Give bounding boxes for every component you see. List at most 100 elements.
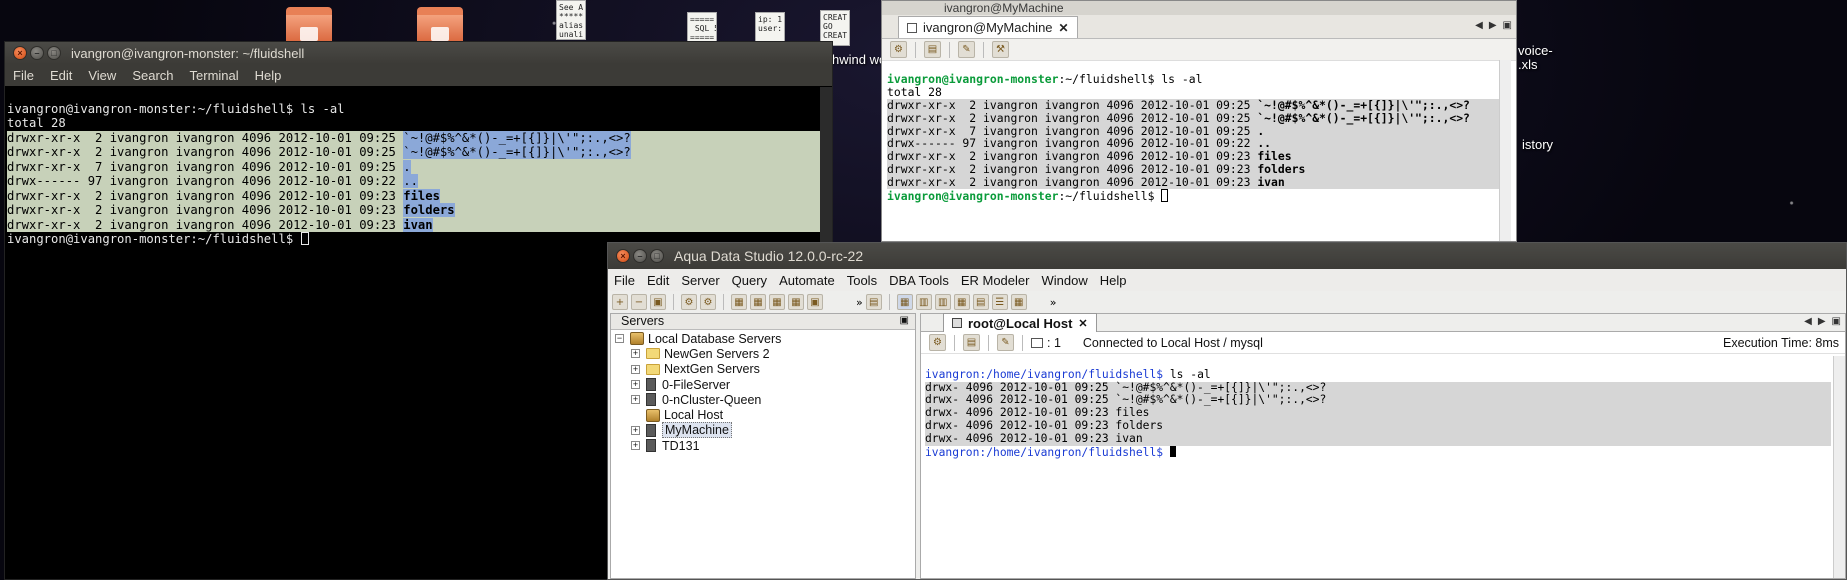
connect-icon[interactable]: ⚙ [681,294,697,310]
tab-ivangron-mymachine[interactable]: ivangron@MyMachine ✕ [898,16,1078,38]
tile-horizontal-icon[interactable]: ▥ [915,294,932,310]
servers-panel-header: Servers ▣ [611,314,915,330]
terminal2-output[interactable]: ivangron@ivangron-monster:~/fluidshell$ … [887,60,1500,229]
tab-close-icon[interactable]: ✕ [1059,21,1069,35]
desktop-document-icon-1[interactable]: See A ***** alias unali [556,0,586,40]
console-row: drwx- 4096 2012-10-01 09:23 folders [925,418,1164,432]
layout-icon[interactable]: ▤ [972,294,989,310]
menu-file[interactable]: File [5,68,42,83]
table-data-icon[interactable]: ▦ [769,294,785,310]
tab-prev-icon[interactable]: ◀ [1475,20,1483,31]
tab-prev-icon[interactable]: ◀ [1804,316,1812,327]
tree-node-0-fileserver[interactable]: + 0-FileServer [611,377,915,392]
menu-query[interactable]: Query [726,273,773,288]
terminal2-scrollbar[interactable] [1499,60,1511,241]
menu-file[interactable]: File [608,273,641,288]
listing-row: drwxr-xr-x 7 ivangron ivangron 4096 2012… [7,159,411,174]
tree-node-newgen-servers-2[interactable]: + NewGen Servers 2 [611,346,915,361]
editor-panel: root@Local Host ✕ ◀ ▶ ▣ ⚙ ▤ ✎ : 1 Connec… [920,313,1846,579]
wand-icon[interactable]: ✎ [997,334,1014,351]
tab-next-icon[interactable]: ▶ [1818,316,1826,327]
listing-row: drwxr-xr-x 2 ivangron ivangron 4096 2012… [7,217,433,232]
console-prompt: ivangron:/home/ivangron/fluidshell$ [925,445,1831,460]
listing-row: drwxr-xr-x 2 ivangron ivangron 4096 2012… [7,188,440,203]
monitor-icon[interactable]: ▣ [807,294,823,310]
query-analyzer-icon[interactable]: ▦ [731,294,747,310]
grid-view-icon[interactable]: ▦ [896,294,913,310]
menu-help[interactable]: Help [1094,273,1133,288]
menu-terminal[interactable]: Terminal [182,68,247,83]
expand-icon[interactable]: + [631,364,640,374]
list-icon[interactable]: ☰ [991,294,1008,310]
desktop-document-icon-3[interactable]: ip: 1 user: [755,12,785,42]
detail-icon[interactable]: ▦ [1010,294,1027,310]
collapse-icon[interactable]: − [615,334,624,344]
menu-view[interactable]: View [80,68,124,83]
tab-next-icon[interactable]: ▶ [1489,20,1497,31]
ads-titlebar[interactable]: × – □ Aqua Data Studio 12.0.0-rc-22 [608,243,1846,269]
maximize-icon[interactable]: □ [47,46,61,60]
close-icon[interactable]: × [13,46,27,60]
menu-er-modeler[interactable]: ER Modeler [955,273,1036,288]
server-tree[interactable]: − Local Database Servers + NewGen Server… [611,330,915,453]
menu-tools[interactable]: Tools [841,273,883,288]
toolbar-separator [983,41,984,58]
folder-icon [646,363,660,375]
tab-close-icon[interactable]: ✕ [1078,317,1087,330]
connect-icon[interactable]: ⚙ [890,41,907,58]
menu-edit[interactable]: Edit [641,273,675,288]
terminal1-command-line: ivangron@ivangron-monster:~/fluidshell$ … [7,101,345,116]
maximize-icon[interactable]: □ [650,249,664,263]
desktop-document-icon-2[interactable]: ===== SQL 5 ===== [687,12,717,42]
menu-search[interactable]: Search [124,68,181,83]
tab-list-icon[interactable]: ▣ [1503,20,1512,31]
cascade-icon[interactable]: ▦ [953,294,970,310]
expand-icon[interactable]: + [631,380,640,390]
clipboard-icon[interactable]: ▤ [963,334,980,351]
shell-console[interactable]: ivangron:/home/ivangron/fluidshell$ ls -… [925,356,1831,485]
delete-server-icon[interactable]: − [631,294,647,310]
console-scrollbar[interactable] [1833,356,1845,578]
clipboard-icon[interactable]: ▤ [924,41,941,58]
panel-restore-icon[interactable]: ▣ [900,315,909,326]
aqua-data-studio-window[interactable]: × – □ Aqua Data Studio 12.0.0-rc-22 File… [607,242,1847,580]
text-cursor [1169,445,1176,457]
expand-icon[interactable]: + [631,425,640,435]
menu-dba-tools[interactable]: DBA Tools [883,273,955,288]
disconnect-icon[interactable]: ⚙ [700,294,716,310]
connect-icon[interactable]: ⚙ [929,334,946,351]
compare-icon[interactable]: ▦ [788,294,804,310]
tree-node-local-host[interactable]: Local Host [611,407,915,422]
settings-icon[interactable]: ⚒ [992,41,1009,58]
expand-icon[interactable]: + [631,395,640,405]
schedule-icon[interactable]: ▤ [865,294,882,310]
menu-automate[interactable]: Automate [773,273,841,288]
query-builder-icon[interactable]: ▦ [750,294,766,310]
toolbar-overflow-icon[interactable]: » [1050,296,1057,309]
tab-list-icon[interactable]: ▣ [1832,316,1841,327]
tab-navigation: ◀ ▶ ▣ [1475,20,1512,31]
menu-window[interactable]: Window [1035,273,1093,288]
toolbar-overflow-icon[interactable]: » [856,296,863,309]
tab-root-local-host[interactable]: root@Local Host ✕ [943,313,1097,332]
terminal2-titlebar[interactable]: ivangron@MyMachine [882,1,1516,15]
server-properties-icon[interactable]: ▣ [650,294,666,310]
tree-node-0-ncluster-queen[interactable]: + 0-nCluster-Queen [611,392,915,407]
terminal1-titlebar[interactable]: × – □ ivangron@ivangron-monster: ~/fluid… [5,42,832,64]
minimize-icon[interactable]: – [633,249,647,263]
tile-vertical-icon[interactable]: ▥ [934,294,951,310]
expand-icon[interactable]: + [631,441,640,451]
terminal-window-light[interactable]: ivangron@MyMachine ivangron@MyMachine ✕ … [881,0,1517,242]
tree-node-mymachine[interactable]: + MyMachine [611,422,915,439]
menu-edit[interactable]: Edit [42,68,80,83]
menu-help[interactable]: Help [247,68,290,83]
tree-node-td131[interactable]: + TD131 [611,438,915,453]
tree-node-nextgen-servers[interactable]: + NextGen Servers [611,362,915,377]
wand-icon[interactable]: ✎ [958,41,975,58]
close-icon[interactable]: × [616,249,630,263]
menu-server[interactable]: Server [675,273,725,288]
expand-icon[interactable]: + [631,349,640,359]
tree-node-local-database-servers[interactable]: − Local Database Servers [611,331,915,346]
minimize-icon[interactable]: – [30,46,44,60]
new-server-icon[interactable]: + [612,294,628,310]
